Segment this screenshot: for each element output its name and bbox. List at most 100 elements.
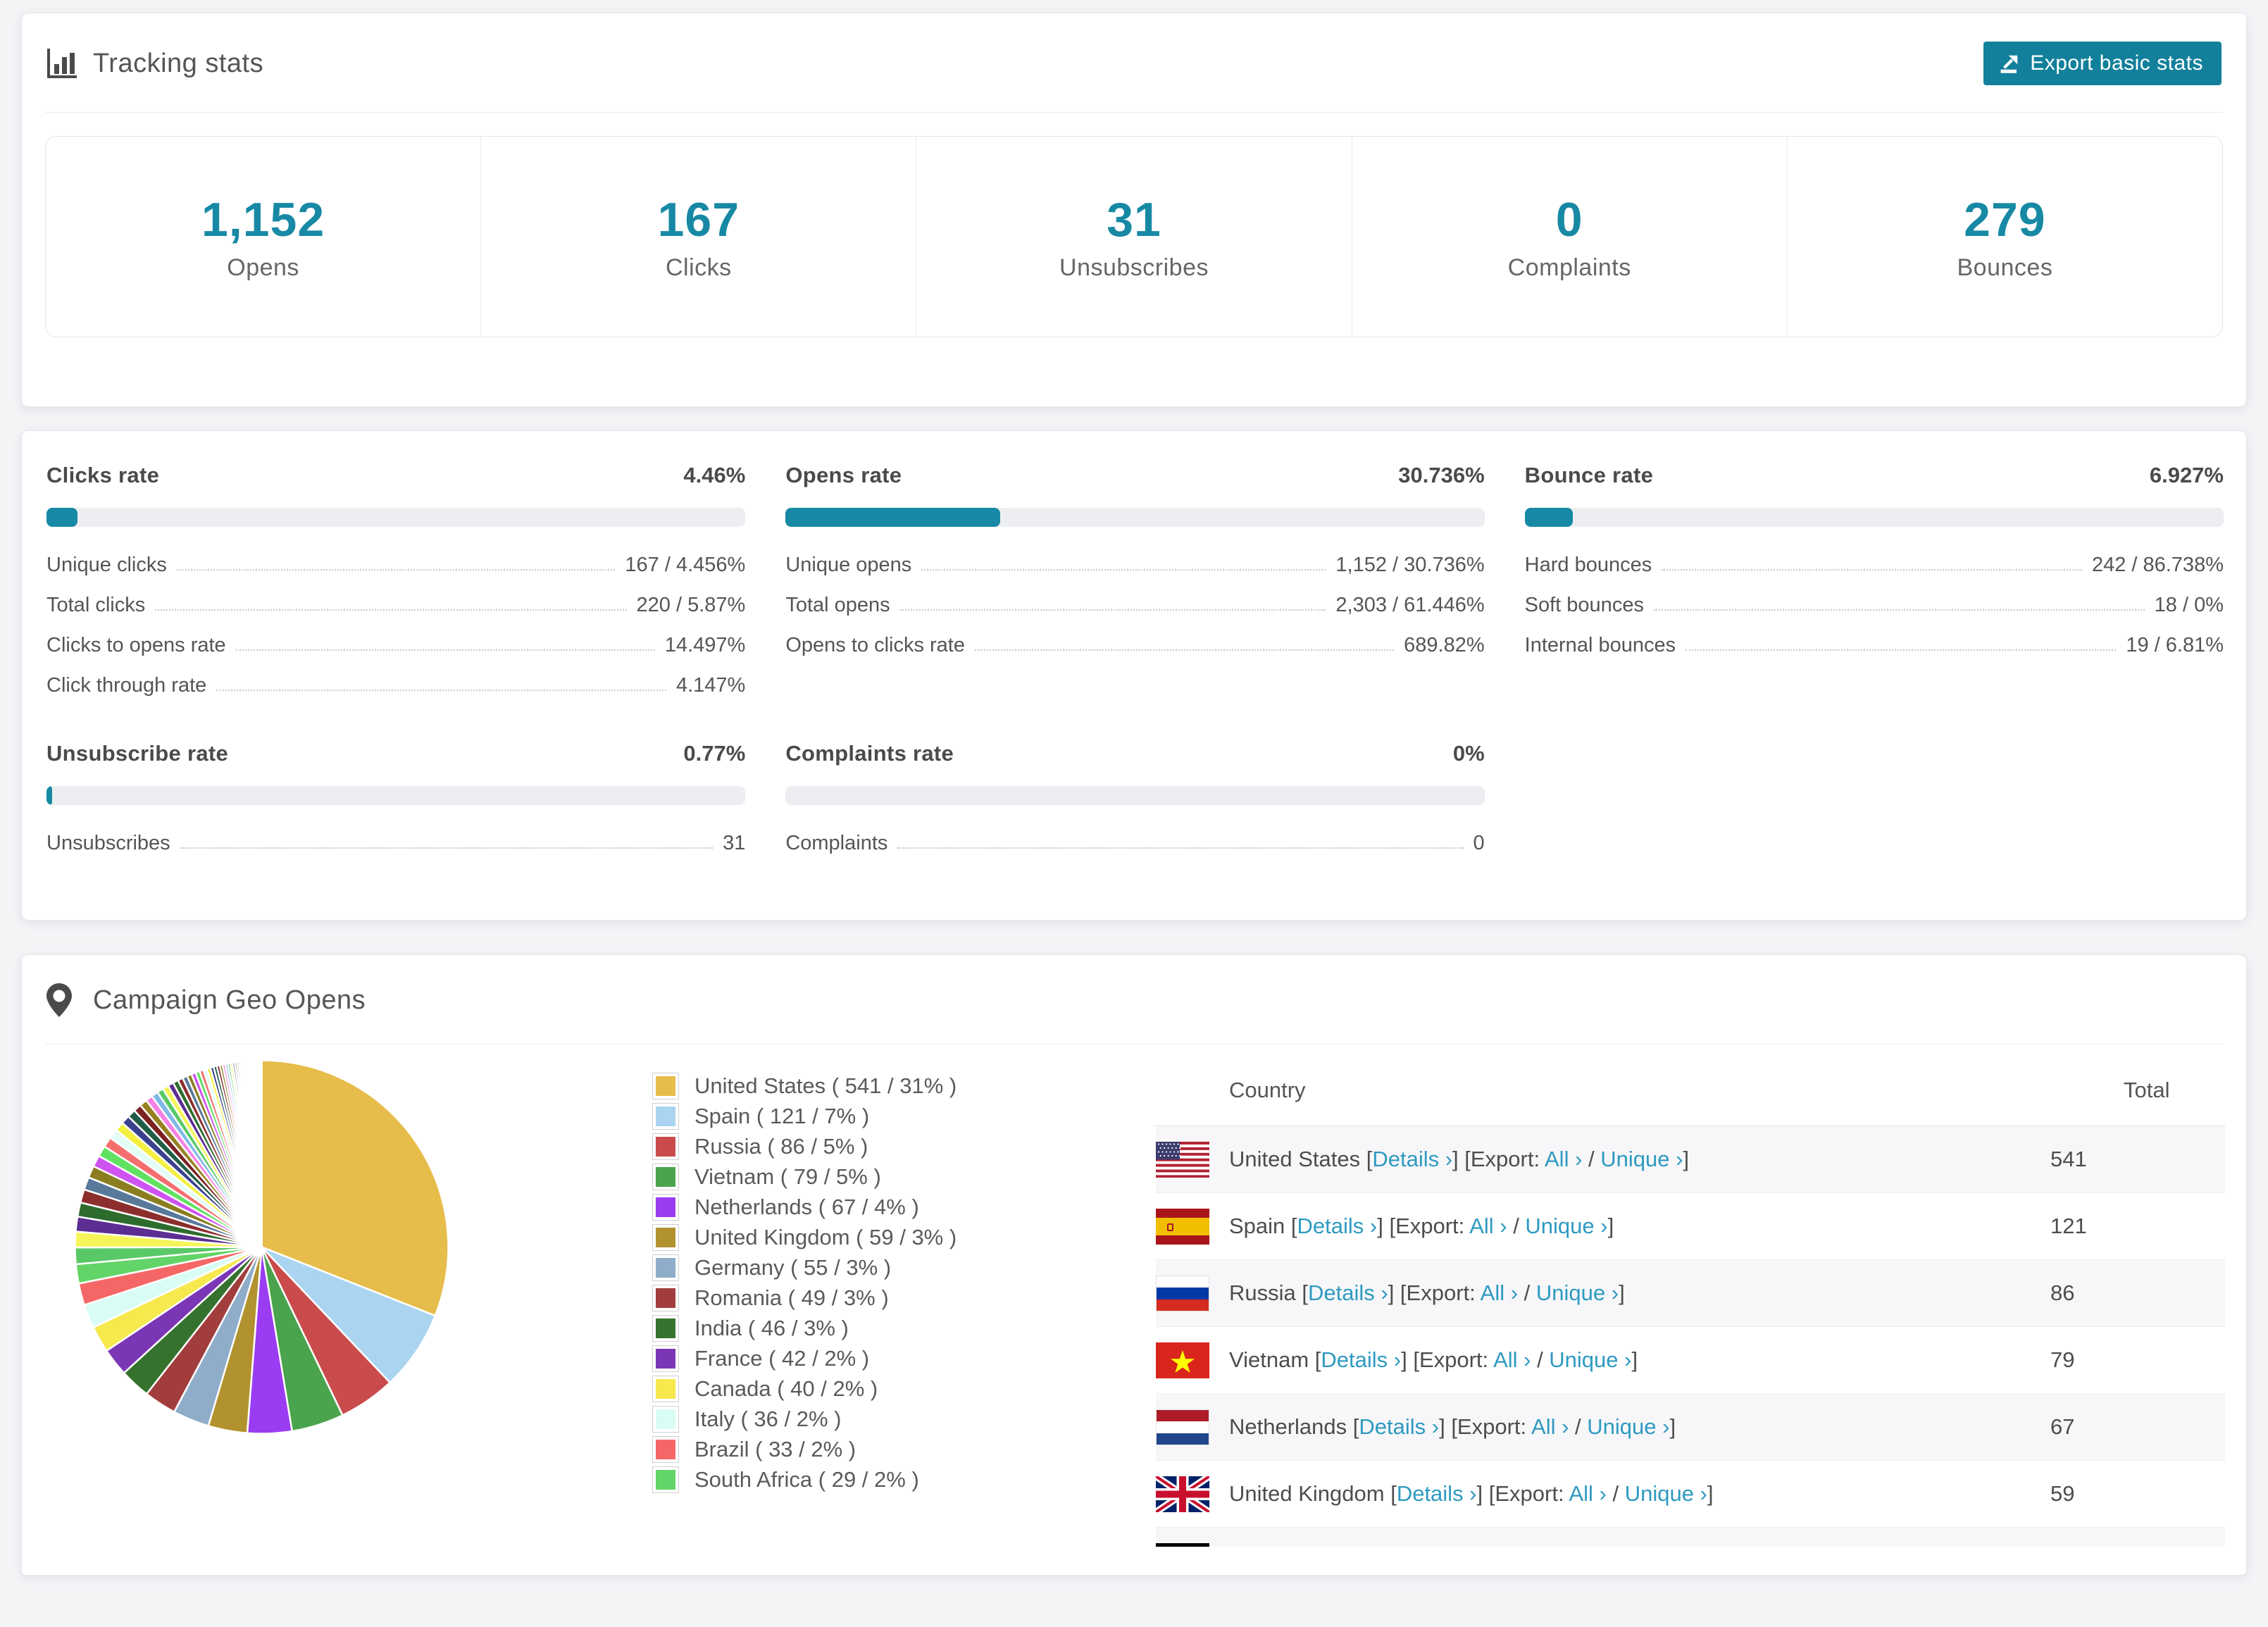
rate-detail-row: Total clicks 220 / 5.87% [46,577,745,617]
total-column-header: Total [2124,1078,2170,1102]
header-divider [45,112,2223,113]
legend-swatch-icon [652,1254,679,1281]
export-unique-link[interactable]: Unique › [1625,1481,1707,1506]
country-name: Russia [1229,1280,1296,1305]
rate-row-label: Unique opens [785,554,912,576]
export-unique-link[interactable]: Unique › [1549,1347,1631,1372]
legend-item-brazil: Brazil ( 33 / 2% ) [652,1434,1004,1464]
export-basic-stats-button[interactable]: Export basic stats [1983,42,2222,85]
flag-gb-icon [1156,1476,1209,1512]
export-all-link[interactable]: All › [1469,1214,1507,1238]
export-all-link[interactable]: All › [1545,1147,1582,1171]
legend-label: United Kingdom ( 59 / 3% ) [694,1224,957,1249]
legend-label: Netherlands ( 67 / 4% ) [694,1194,919,1219]
country-name: Netherlands [1229,1414,1347,1439]
export-button-label: Export basic stats [2030,51,2203,75]
country-row-text: Russia [Details ›] [Export: All › / Uniq… [1229,1280,1625,1305]
rate-detail-row: Total opens 2,303 / 61.446% [785,577,1484,617]
details-link[interactable]: Details › [1372,1147,1452,1171]
geo-legend: United States ( 541 / 31% ) Spain ( 121 /… [652,1055,1004,1495]
legend-item-united-kingdom: United Kingdom ( 59 / 3% ) [652,1222,1004,1252]
geo-table-header: Country Total [1156,1055,2225,1126]
rate-title: Complaints rate [785,741,954,766]
rate-percent: 30.736% [1398,463,1485,487]
stat-label: Unsubscribes [1059,254,1209,281]
rate-row-value: 689.82% [1404,634,1485,656]
details-link[interactable]: Details › [1359,1414,1439,1439]
stat-card-bounces: 279 Bounces [1788,137,2222,337]
map-pin-icon [46,983,77,1017]
details-link[interactable]: Details › [1308,1280,1388,1305]
rate-title: Opens rate [785,463,902,487]
rate-row-value: 167 / 4.456% [625,554,746,576]
rate-row-value: 18 / 0% [2154,594,2224,616]
legend-swatch-icon [652,1163,679,1190]
flag-de-icon [1156,1542,1209,1547]
legend-label: Romania ( 49 / 3% ) [694,1285,889,1310]
dotted-leader [897,847,1464,849]
legend-label: Spain ( 121 / 7% ) [694,1103,870,1128]
rate-row-label: Unsubscribes [46,832,170,854]
progress-bar [46,786,746,805]
export-unique-link[interactable]: Unique › [1600,1147,1683,1171]
rate-row-value: 0 [1473,832,1485,854]
export-all-link[interactable]: All › [1531,1414,1569,1439]
legend-label: Vietnam ( 79 / 5% ) [694,1164,881,1189]
details-link[interactable]: Details › [1397,1481,1477,1506]
legend-swatch-icon [652,1133,679,1160]
legend-swatch-icon [652,1223,679,1251]
geo-header: Campaign Geo Opens [22,955,2246,1044]
details-link[interactable]: Details › [1321,1347,1401,1372]
export-all-link[interactable]: All › [1481,1280,1518,1305]
rate-title: Clicks rate [46,463,160,487]
country-name: Spain [1229,1214,1285,1238]
legend-item-south-africa: South Africa ( 29 / 2% ) [652,1464,1004,1495]
legend-item-russia: Russia ( 86 / 5% ) [652,1131,1004,1161]
legend-item-italy: Italy ( 36 / 2% ) [652,1404,1004,1434]
legend-swatch-icon [652,1072,679,1099]
export-all-link[interactable]: All › [1569,1481,1606,1506]
legend-label: India ( 46 / 3% ) [694,1315,849,1340]
export-unique-link[interactable]: Unique › [1536,1280,1619,1305]
export-all-link[interactable]: All › [1493,1347,1531,1372]
rate-row-value: 4.147% [675,674,746,697]
rate-row-label: Total opens [785,594,890,616]
stat-label: Clicks [665,254,732,281]
export-icon [1999,53,2020,74]
stat-label: Opens [227,254,299,281]
legend-item-vietnam: Vietnam ( 79 / 5% ) [652,1161,1004,1192]
rate-row-label: Soft bounces [1524,594,1644,616]
rate-block-clicks-rate: Clicks rate 4.46% Unique clicks 167 / 4.456… [46,463,746,697]
rate-row-value: 31 [723,832,746,854]
rate-detail-row: Opens to clicks rate 689.82% [785,617,1484,657]
rate-percent: 0% [1452,741,1485,766]
rate-percent: 4.46% [683,463,746,487]
dotted-leader [974,649,1395,651]
rate-block-complaints-rate: Complaints rate 0% Complaints 0 [785,741,1485,855]
legend-swatch-icon [652,1284,679,1311]
stat-card-clicks: 167 Clicks [481,137,917,337]
country-row-text: Netherlands [Details ›] [Export: All › /… [1229,1414,1676,1439]
rate-row-label: Complaints [785,832,888,854]
geo-table-row-gb: United Kingdom [Details ›] [Export: All … [1156,1461,2225,1528]
rate-percent: 6.927% [2149,463,2224,487]
rate-detail-row: Hard bounces 242 / 86.738% [1525,537,2224,577]
tracking-stats-card: Tracking stats Export basic stats 1,152 O… [21,13,2247,407]
dotted-leader [1686,649,2117,651]
rate-row-label: Internal bounces [1524,634,1676,656]
country-total: 59 [2050,1481,2075,1506]
export-unique-link[interactable]: Unique › [1587,1414,1669,1439]
legend-label: France ( 42 / 2% ) [694,1345,870,1371]
dotted-leader [216,690,666,691]
stat-card-complaints: 0 Complaints [1352,137,1788,337]
dotted-leader [899,609,1326,611]
rate-row-value: 220 / 5.87% [636,594,746,616]
details-link[interactable]: Details › [1297,1214,1378,1238]
rate-block-opens-rate: Opens rate 30.736% Unique opens 1,152 / 30.… [785,463,1485,697]
export-unique-link[interactable]: Unique › [1525,1214,1607,1238]
legend-label: United States ( 541 / 31% ) [694,1073,957,1098]
legend-item-united-states: United States ( 541 / 31% ) [652,1071,1004,1101]
legend-swatch-icon [652,1435,679,1463]
dotted-leader [155,609,627,611]
stat-value: 31 [1107,192,1161,247]
